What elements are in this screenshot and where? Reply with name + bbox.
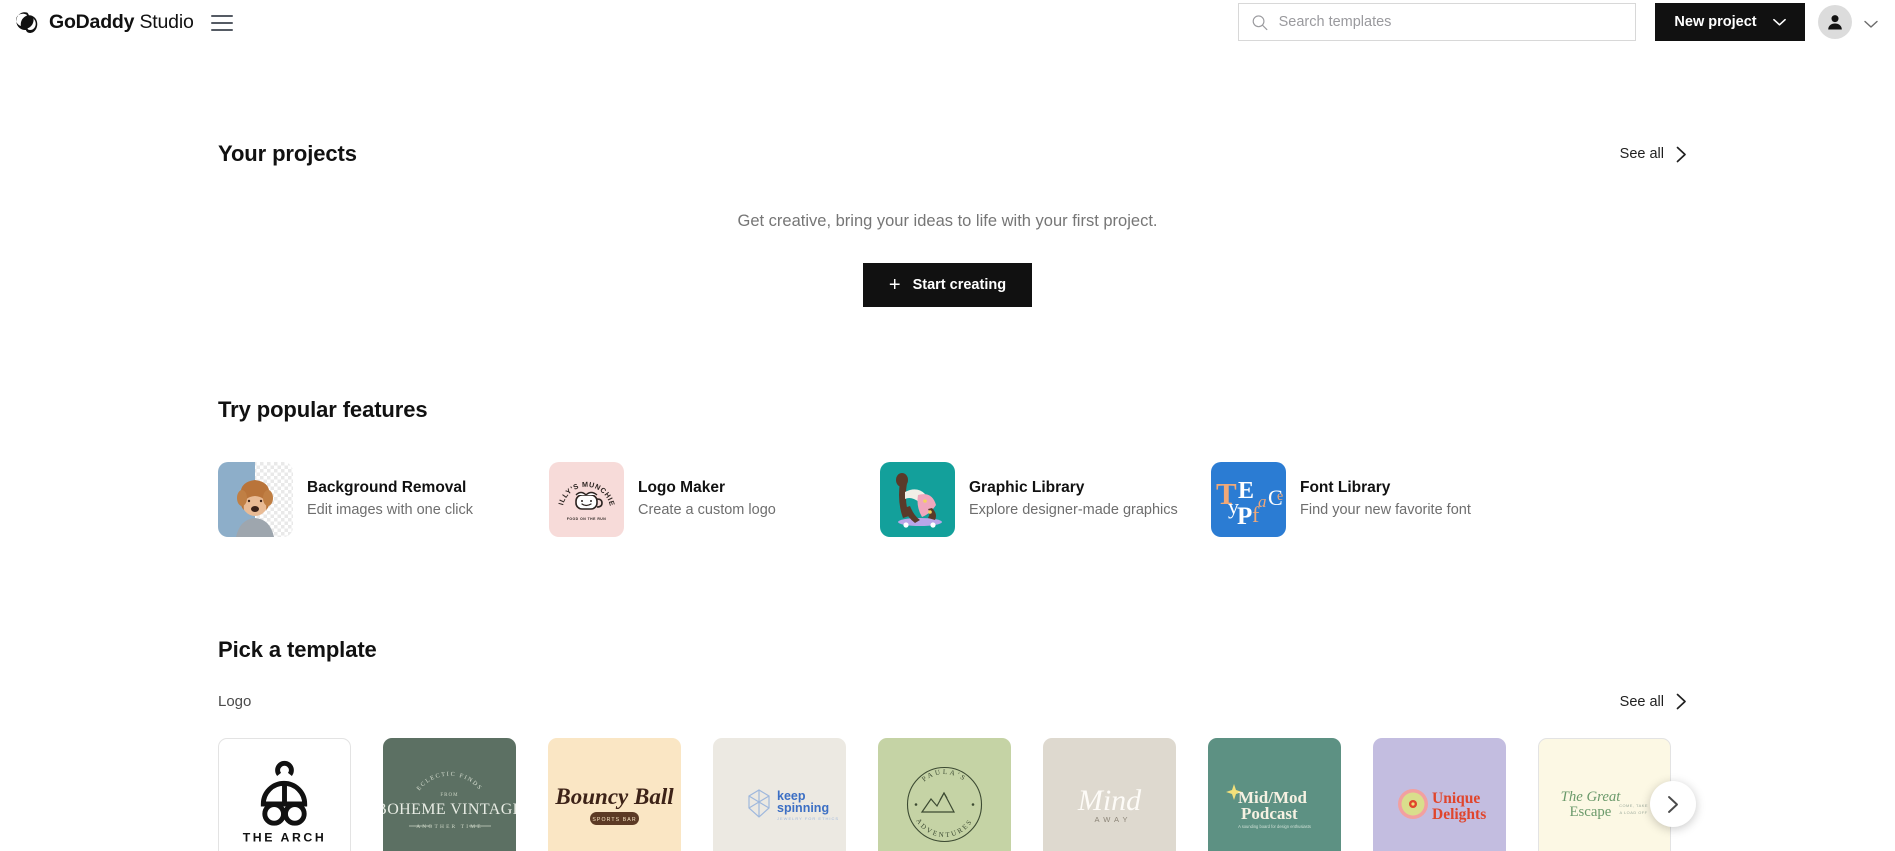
see-all-label: See all [1619,693,1664,710]
popular-features-list: Background Removal Edit images with one … [0,462,1895,537]
chevron-down-icon [1864,20,1878,28]
feature-name: Graphic Library [969,478,1085,496]
chevron-right-icon [1676,693,1686,710]
svg-text:JEWELRY FOR ETHICS: JEWELRY FOR ETHICS [777,816,839,821]
svg-text:ADVENTURES: ADVENTURES [914,817,974,839]
feature-desc: Create a custom logo [638,502,776,519]
feature-name: Logo Maker [638,478,725,496]
template-card-unique-delights[interactable]: Unique Delights [1373,738,1506,851]
svg-text:e: e [1277,489,1283,504]
pick-template-header: Pick a template [0,637,1895,663]
your-projects-header: Your projects See all [0,141,1895,167]
new-project-label: New project [1674,14,1757,30]
brand-name: GoDaddy Studio [49,11,194,34]
popular-features-header: Try popular features [0,397,1895,423]
template-card-keep-spinning[interactable]: keep spinning JEWELRY FOR ETHICS [713,738,846,851]
hamburger-line [210,14,233,17]
svg-text:Mind: Mind [1077,784,1142,817]
logo-maker-thumbnail: MILLY'S MUNCHIES FOOD ON THE RUN [549,462,624,537]
your-projects-see-all[interactable]: See all [1620,146,1687,163]
templates-see-all[interactable]: See all [1620,693,1687,710]
template-card-the-arch[interactable]: THE ARCH [218,738,351,851]
svg-text:AWAY: AWAY [1095,815,1132,824]
arch-label: THE ARCH [243,830,327,844]
popular-features-title: Try popular features [218,397,428,422]
feature-name: Font Library [1300,478,1391,496]
plus-icon: + [888,274,901,296]
carousel-next-button[interactable] [1650,781,1696,827]
svg-text:E: E [1238,478,1254,504]
hamburger-menu-icon[interactable] [210,14,233,31]
svg-text:BOHEME VINTAGE: BOHEME VINTAGE [383,801,516,818]
feature-desc: Find your new favorite font [1300,502,1471,519]
template-category-row: Logo See all [0,693,1895,710]
feature-copy: Font Library Find your new favorite font [1300,478,1471,522]
main-content: Your projects See all Get creative, brin… [0,141,1895,851]
template-carousel: THE ARCH · ECLECTIC FINDS · FROM BOHEME … [0,738,1895,851]
svg-text:FROM: FROM [440,793,458,798]
see-all-label: See all [1619,146,1664,162]
graphic-library-thumbnail [880,462,955,537]
svg-text:· ECLECTIC FINDS ·: · ECLECTIC FINDS · [383,738,485,795]
svg-text:Escape: Escape [1570,804,1612,820]
background-removal-thumbnail [218,462,293,537]
your-projects-title: Your projects [218,141,357,166]
feature-graphic-library[interactable]: Graphic Library Explore designer-made gr… [880,462,1211,537]
search-box[interactable] [1238,3,1636,41]
user-avatar-icon [1828,15,1842,30]
svg-text:Bouncy Ball: Bouncy Ball [554,784,674,809]
template-card-mind-away[interactable]: Mind AWAY [1043,738,1176,851]
template-card-mid-mod-podcast[interactable]: Mid/Mod Podcast A sounding board for des… [1208,738,1341,851]
account-menu-caret[interactable] [1864,16,1878,34]
chevron-down-icon [1772,18,1786,26]
hamburger-line [210,28,233,31]
svg-text:The Great: The Great [1561,789,1622,805]
start-creating-button[interactable]: + Start creating [862,263,1033,307]
feature-font-library[interactable]: T y E P f a C e Font Library Find your n… [1211,462,1542,537]
feature-copy: Graphic Library Explore designer-made gr… [969,478,1178,522]
svg-text:Delights: Delights [1432,806,1486,823]
svg-text:a: a [1258,492,1267,511]
svg-text:ANOTHER TIME: ANOTHER TIME [416,824,483,830]
godaddy-logo-icon [16,11,38,33]
feature-logo-maker[interactable]: MILLY'S MUNCHIES FOOD ON THE RUN Logo Ma… [549,462,880,537]
svg-text:Unique: Unique [1432,790,1480,807]
template-card-boheme-vintage[interactable]: · ECLECTIC FINDS · FROM BOHEME VINTAGE A… [383,738,516,851]
start-creating-label: Start creating [912,277,1007,293]
feature-desc: Edit images with one click [307,502,474,519]
font-library-thumbnail: T y E P f a C e [1211,462,1286,537]
chevron-right-icon [1676,146,1686,162]
feature-copy: Background Removal Edit images with one … [307,478,473,522]
app-header: GoDaddy Studio New project [0,0,1895,45]
brand-name-light: Studio [134,11,194,33]
brand-logo-group[interactable]: GoDaddy Studio [14,10,194,36]
feature-name: Background Removal [307,478,467,496]
pick-template-title: Pick a template [218,637,377,662]
svg-text:Podcast: Podcast [1241,804,1298,823]
new-project-button[interactable]: New project [1655,3,1805,41]
svg-text:COME, TAKE: COME, TAKE [1619,803,1648,808]
template-category-label: Logo [218,693,252,710]
search-icon [1252,14,1268,30]
empty-state-text: Get creative, bring your ideas to life w… [737,212,1158,230]
avatar[interactable] [1818,5,1852,39]
svg-text:FOOD ON THE RUN: FOOD ON THE RUN [567,517,606,521]
feature-background-removal[interactable]: Background Removal Edit images with one … [218,462,549,537]
projects-empty-state: Get creative, bring your ideas to life w… [0,212,1895,307]
svg-text:◆ SPORTS BAR ◆: ◆ SPORTS BAR ◆ [585,817,645,823]
feature-copy: Logo Maker Create a custom logo [638,478,776,522]
svg-text:A LOAD OFF: A LOAD OFF [1620,810,1648,815]
svg-text:P: P [1237,503,1252,530]
template-card-paulas-adventures[interactable]: PAULA'S ADVENTURES [878,738,1011,851]
feature-desc: Explore designer-made graphics [969,502,1178,519]
brand-name-bold: GoDaddy [49,11,135,33]
chevron-right-icon [1668,795,1678,813]
search-input[interactable] [1278,14,1623,30]
template-card-bouncy-ball[interactable]: Bouncy Ball ◆ SPORTS BAR ◆ [548,738,681,851]
svg-text:PAULA'S: PAULA'S [920,768,968,783]
svg-text:A sounding board for design en: A sounding board for design enthusiasts [1238,824,1311,829]
svg-text:spinning: spinning [777,801,829,815]
hamburger-line [210,21,233,24]
